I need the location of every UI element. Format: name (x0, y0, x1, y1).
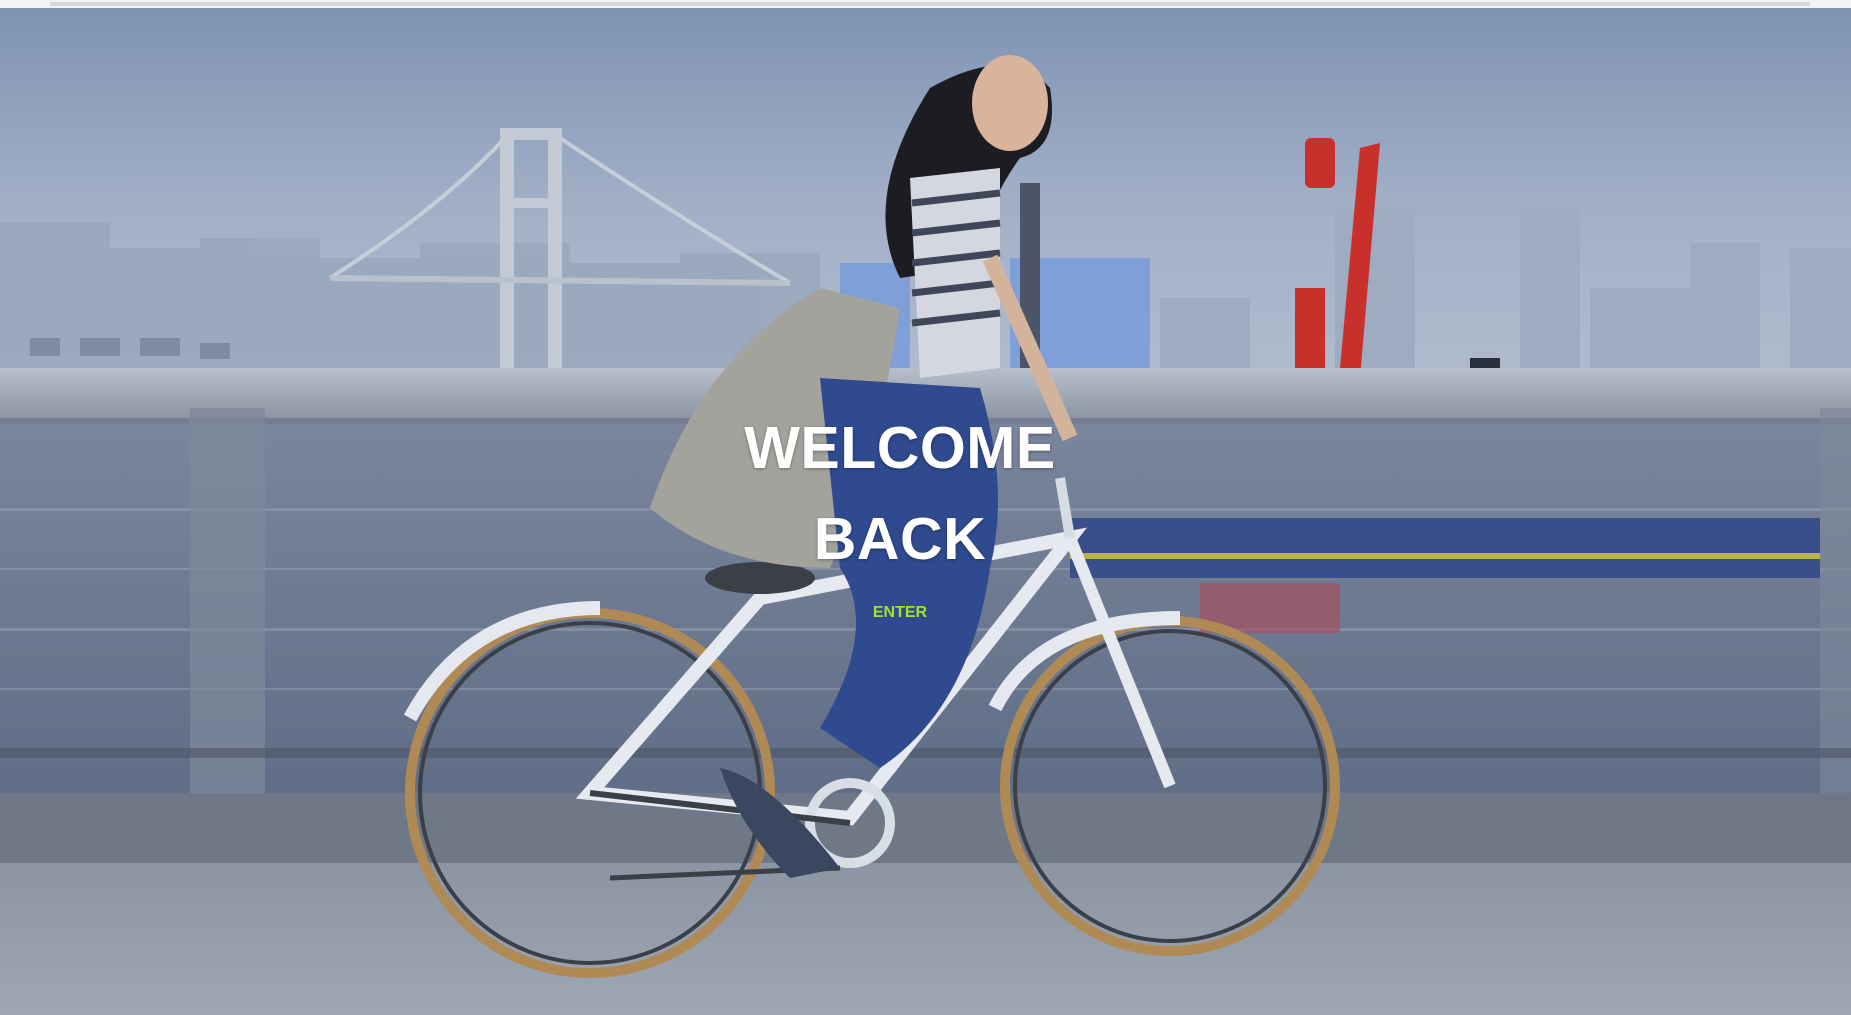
welcome-title-line-1: WELCOME (744, 415, 1056, 481)
welcome-title-line-2: BACK (813, 506, 987, 572)
welcome-overlay: WELCOME BACK ENTER (0, 0, 1851, 1015)
enter-link[interactable]: ENTER (850, 601, 950, 625)
page: WELCOME BACK ENTER (0, 0, 1851, 1015)
